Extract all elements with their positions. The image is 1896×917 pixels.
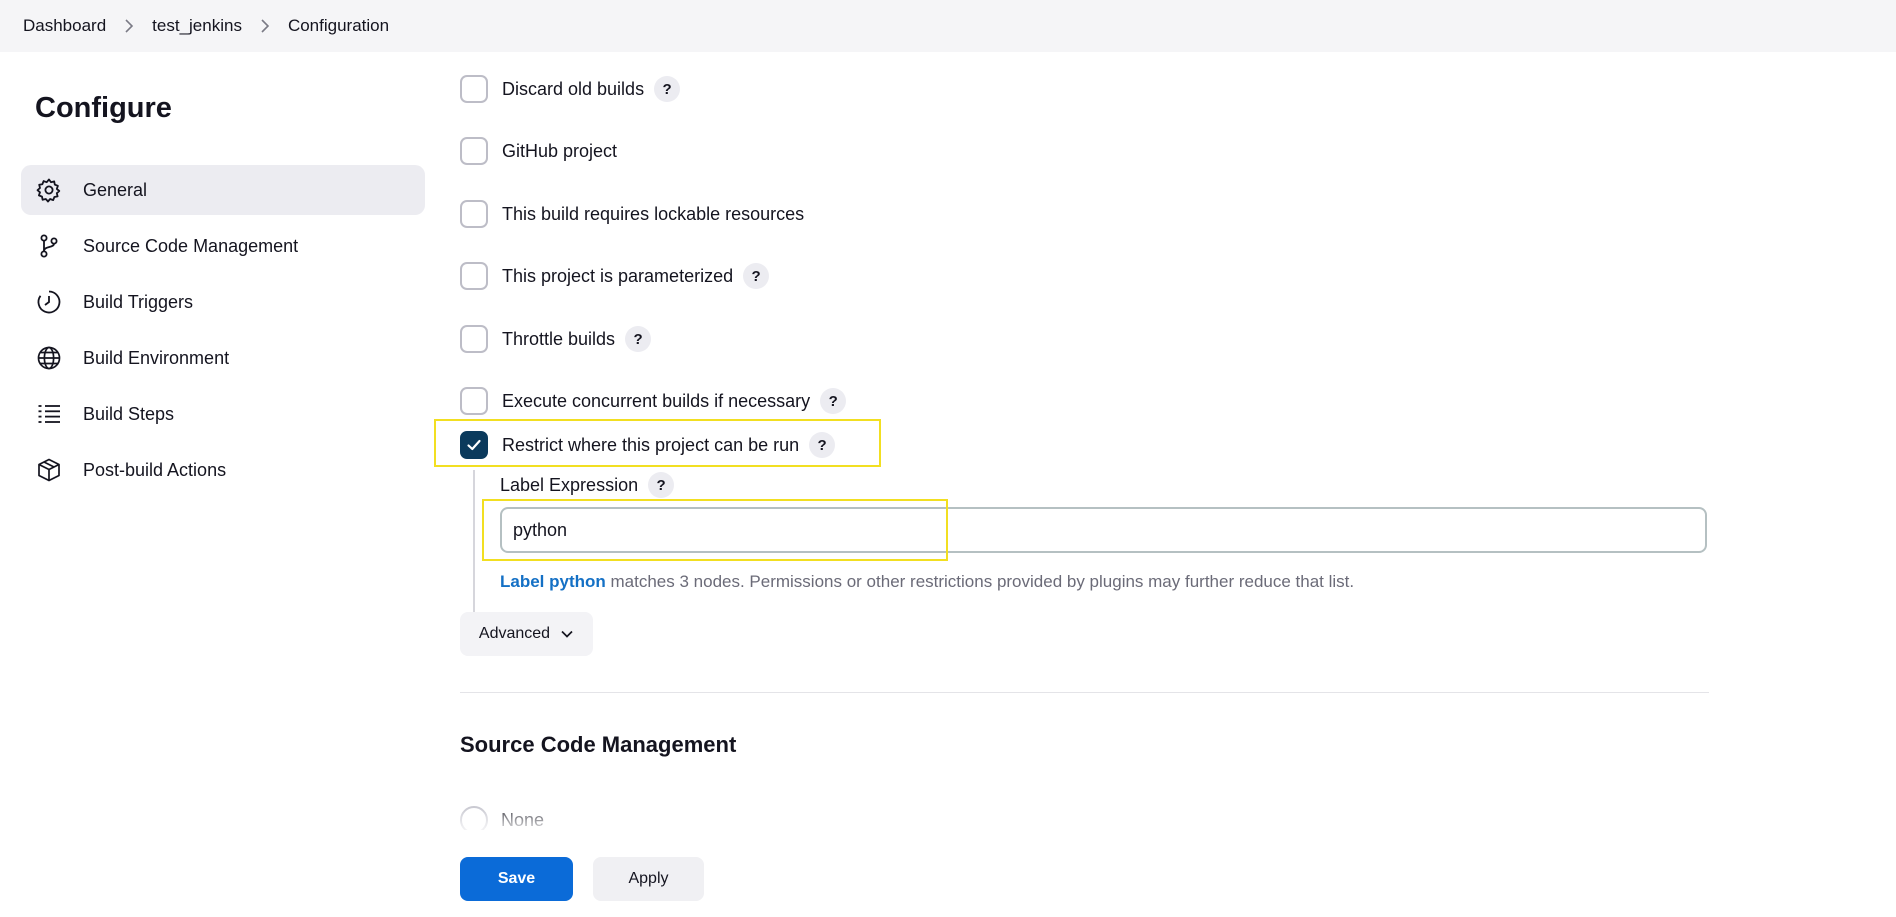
sidebar-nav: General Source Code Management Build Tri… [21, 165, 425, 501]
chevron-right-icon [124, 19, 134, 33]
breadcrumb-dashboard[interactable]: Dashboard [23, 16, 106, 36]
option-label: Discard old builds [502, 78, 645, 99]
sidebar-item-build-steps[interactable]: Build Steps [21, 389, 425, 439]
gear-icon [35, 176, 63, 204]
apply-button[interactable]: Apply [593, 857, 704, 901]
throttle-builds-checkbox[interactable] [460, 325, 488, 353]
option-label: Restrict where this project can be run [502, 434, 800, 455]
advanced-button[interactable]: Advanced [460, 612, 593, 656]
highlight-box [482, 499, 948, 561]
clock-icon [35, 288, 63, 316]
field-label-text: Label Expression [500, 474, 639, 495]
option-label: This build requires lockable resources [502, 203, 805, 224]
option-label: GitHub project [502, 140, 618, 161]
label-hint-text: matches 3 nodes. Permissions or other re… [605, 572, 1355, 591]
radio-label: None [501, 809, 545, 830]
label-python-link[interactable]: Label python [500, 572, 606, 591]
option-parameterized: This project is parameterized ? [460, 261, 770, 291]
option-label: Throttle builds [502, 328, 616, 349]
help-icon[interactable]: ? [820, 388, 847, 414]
restrict-project-checkbox[interactable] [460, 431, 488, 459]
discard-old-builds-checkbox[interactable] [460, 75, 488, 103]
github-project-checkbox[interactable] [460, 137, 488, 165]
option-lockable-resources: This build requires lockable resources [460, 199, 804, 229]
breadcrumb-job[interactable]: test_jenkins [152, 16, 242, 36]
option-label: This project is parameterized [502, 265, 734, 286]
sidebar-item-post-build-actions[interactable]: Post-build Actions [21, 445, 425, 495]
checkmark-icon [467, 439, 481, 451]
sidebar-item-label: Source Code Management [83, 235, 299, 256]
help-icon[interactable]: ? [743, 263, 770, 289]
label-expression-label: Label Expression ? [500, 470, 675, 500]
option-throttle-builds: Throttle builds ? [460, 324, 652, 354]
branch-icon [35, 232, 63, 260]
sidebar-item-label: Post-build Actions [83, 459, 227, 480]
help-icon[interactable]: ? [648, 472, 675, 498]
chevron-down-icon [560, 629, 574, 639]
option-restrict-project: Restrict where this project can be run ? [460, 430, 836, 460]
parameterized-checkbox[interactable] [460, 262, 488, 290]
breadcrumb-configuration[interactable]: Configuration [288, 16, 389, 36]
globe-icon [35, 344, 63, 372]
sidebar-item-general[interactable]: General [21, 165, 425, 215]
lockable-resources-checkbox[interactable] [460, 200, 488, 228]
sidebar-item-build-environment[interactable]: Build Environment [21, 333, 425, 383]
scm-section-title: Source Code Management [460, 732, 737, 757]
help-icon[interactable]: ? [809, 432, 836, 458]
cube-icon [35, 456, 63, 484]
chevron-right-icon [260, 19, 270, 33]
option-discard-old-builds: Discard old builds ? [460, 74, 681, 104]
sidebar-item-label: Build Steps [83, 403, 175, 424]
page-title: Configure [35, 92, 172, 124]
option-label: Execute concurrent builds if necessary [502, 390, 811, 411]
sidebar-item-source-code-management[interactable]: Source Code Management [21, 221, 425, 271]
sidebar-item-label: General [83, 179, 148, 200]
option-concurrent-builds: Execute concurrent builds if necessary ? [460, 386, 847, 416]
section-divider [460, 692, 1709, 693]
sidebar-item-label: Build Triggers [83, 291, 194, 312]
concurrent-builds-checkbox[interactable] [460, 387, 488, 415]
breadcrumb: Dashboard test_jenkins Configuration [0, 0, 1896, 52]
list-icon [35, 400, 63, 428]
label-hint: Label python matches 3 nodes. Permission… [500, 572, 1354, 592]
help-icon[interactable]: ? [654, 76, 681, 102]
help-icon[interactable]: ? [625, 326, 652, 352]
sidebar-item-build-triggers[interactable]: Build Triggers [21, 277, 425, 327]
save-button[interactable]: Save [460, 857, 573, 901]
option-github-project: GitHub project [460, 136, 617, 166]
advanced-label: Advanced [478, 625, 551, 642]
sidebar-item-label: Build Environment [83, 347, 230, 368]
